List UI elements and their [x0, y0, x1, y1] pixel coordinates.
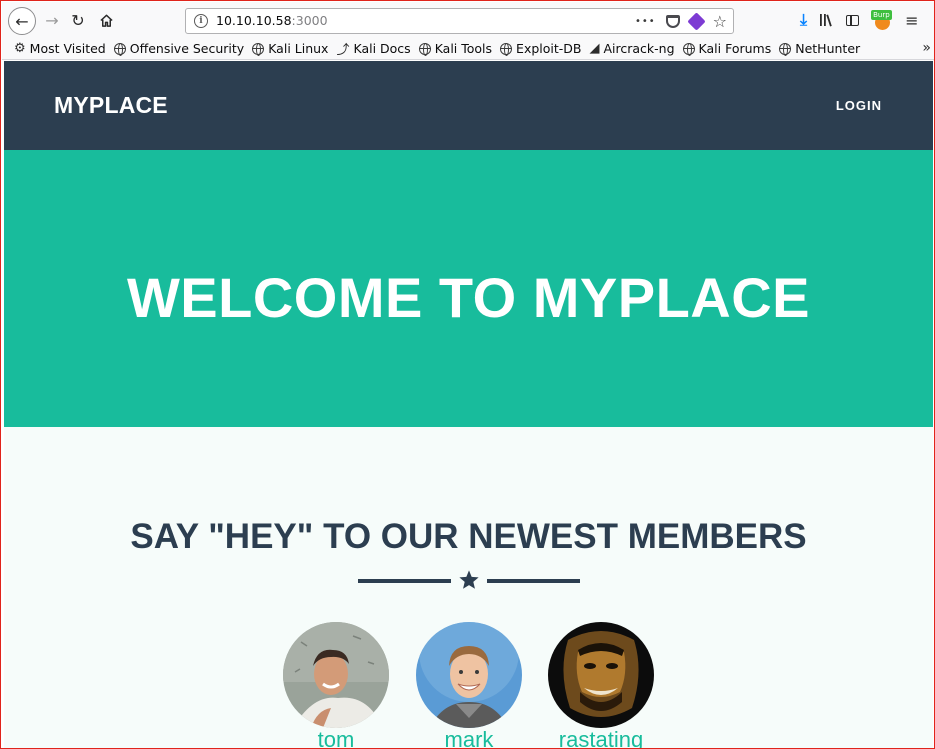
bookmark-label: NetHunter: [795, 41, 861, 56]
arrow-left-icon: ←: [15, 11, 29, 31]
members-title: SAY "HEY" TO OUR NEWEST MEMBERS: [130, 517, 807, 556]
site-brand[interactable]: MYPLACE: [54, 92, 168, 119]
extension-icon[interactable]: [686, 11, 706, 31]
reload-icon: ↻: [71, 10, 85, 30]
star-divider: [358, 569, 580, 593]
aircrack-icon: ◢: [589, 41, 600, 56]
dragon-icon: ⤴: [336, 43, 350, 58]
bookmarks-bar: ⚙ Most Visited Offensive Security Kali L…: [2, 38, 934, 60]
members-section: SAY "HEY" TO OUR NEWEST MEMBERS tom mark…: [4, 427, 933, 748]
bookmark-label: Kali Forums: [698, 41, 772, 56]
hero-section: WELCOME TO MYPLACE: [4, 150, 933, 427]
avatar-photo: [283, 622, 389, 728]
home-button[interactable]: [94, 8, 118, 32]
avatar-photo: [548, 622, 654, 728]
bookmark-label: Kali Linux: [268, 41, 329, 56]
bookmark-exploit-db[interactable]: Exploit-DB: [500, 41, 581, 56]
bookmark-kali-linux[interactable]: Kali Linux: [252, 41, 328, 56]
globe-icon: [500, 42, 513, 56]
arrow-right-icon: →: [45, 10, 59, 30]
member-name-tom[interactable]: tom: [266, 727, 406, 748]
library-icon[interactable]: [819, 13, 834, 27]
globe-icon: [113, 42, 126, 56]
bookmarks-overflow-icon[interactable]: »: [922, 40, 931, 56]
page-actions-button[interactable]: •••: [635, 16, 656, 27]
sidebar-icon[interactable]: [846, 14, 860, 26]
bookmark-offensive-security[interactable]: Offensive Security: [113, 41, 245, 56]
member-name-mark[interactable]: mark: [399, 727, 539, 748]
bookmark-kali-forums[interactable]: Kali Forums: [682, 41, 772, 56]
bookmark-label: Offensive Security: [129, 41, 245, 56]
divider-line-left: [358, 579, 451, 583]
pocket-icon[interactable]: [665, 14, 680, 28]
divider-line-right: [487, 579, 580, 583]
bookmark-aircrack-ng[interactable]: ◢ Aircrack-ng: [589, 41, 674, 56]
globe-icon: [779, 42, 792, 56]
toolbar-right: ⤓ Burp ≡: [800, 10, 918, 30]
url-port: :3000: [291, 13, 328, 28]
home-icon: [99, 14, 113, 27]
url-host: 10.10.10.58: [216, 13, 292, 28]
browser-window: ← → ↻ i 10.10.10.58:3000 ••• ☆ ⤓ Burp ≡ …: [0, 0, 935, 749]
info-icon[interactable]: i: [194, 14, 208, 28]
bookmark-label: Kali Tools: [434, 41, 493, 56]
burp-badge: Burp: [871, 10, 892, 20]
url-actions: ••• ☆: [635, 11, 727, 31]
reload-button[interactable]: ↻: [66, 8, 90, 32]
member-avatar-mark[interactable]: [416, 622, 522, 728]
bookmark-kali-tools[interactable]: Kali Tools: [418, 41, 493, 56]
browser-toolbar: ← → ↻ i 10.10.10.58:3000 ••• ☆ ⤓ Burp ≡: [2, 2, 934, 38]
hamburger-menu-icon[interactable]: ≡: [905, 11, 918, 30]
url-bar[interactable]: i 10.10.10.58:3000 ••• ☆: [185, 8, 734, 34]
login-link[interactable]: LOGIN: [836, 98, 882, 113]
bookmark-most-visited[interactable]: ⚙ Most Visited: [14, 41, 106, 56]
bookmark-nethunter[interactable]: NetHunter: [779, 41, 860, 56]
bookmark-label: Exploit-DB: [516, 41, 582, 56]
gear-icon: ⚙: [14, 41, 26, 56]
member-avatar-tom[interactable]: [283, 622, 389, 728]
bookmark-label: Kali Docs: [353, 41, 411, 56]
bookmark-kali-docs[interactable]: ⤴ Kali Docs: [336, 39, 410, 58]
hero-title: WELCOME TO MYPLACE: [126, 266, 811, 329]
globe-icon: [252, 42, 265, 56]
globe-icon: [682, 42, 695, 56]
site-navbar: MYPLACE LOGIN: [4, 61, 933, 150]
member-avatar-rastating[interactable]: [548, 622, 654, 728]
member-name-rastating[interactable]: rastating: [531, 727, 671, 748]
download-icon[interactable]: ⤓: [800, 10, 807, 30]
forward-button[interactable]: →: [40, 8, 64, 32]
bookmark-label: Aircrack-ng: [603, 41, 675, 56]
avatar-photo: [416, 622, 522, 728]
back-button[interactable]: ←: [8, 7, 36, 35]
bookmark-label: Most Visited: [29, 41, 106, 56]
url-text[interactable]: 10.10.10.58:3000: [216, 13, 328, 28]
bookmark-star-icon[interactable]: ☆: [713, 12, 727, 31]
burp-extension-icon[interactable]: Burp: [871, 10, 893, 30]
globe-icon: [418, 42, 431, 56]
star-icon: [459, 570, 479, 589]
